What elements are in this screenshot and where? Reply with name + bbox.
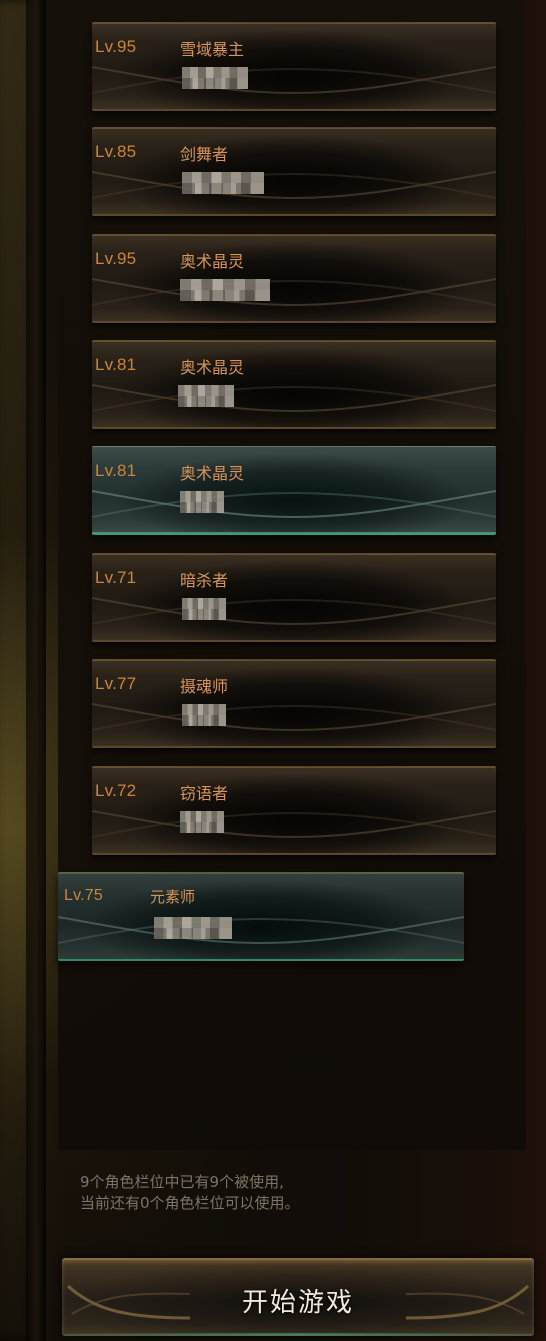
slot-info-line2: 当前还有0个角色栏位可以使用。: [80, 1194, 300, 1212]
character-name-censored: [180, 491, 224, 513]
character-card[interactable]: Lv.72 窃语者: [92, 766, 496, 855]
character-level: Lv.71: [95, 568, 137, 587]
card-swoosh-ornament: [92, 597, 496, 626]
character-class: 摄魂师: [180, 677, 229, 696]
character-class: 奥术晶灵: [180, 464, 245, 483]
slot-info-text: 9个角色栏位中已有9个被使用, 当前还有0个角色栏位可以使用。: [80, 1172, 300, 1214]
card-swoosh-ornament: [92, 490, 496, 519]
start-game-label: 开始游戏: [241, 1288, 354, 1318]
slot-info-line1: 9个角色栏位中已有9个被使用,: [80, 1173, 284, 1191]
character-name-censored: [182, 67, 248, 89]
left-rim-shadow: [26, 0, 46, 1341]
character-name-censored: [154, 917, 232, 939]
character-name-censored: [178, 385, 234, 407]
character-select-panel: Lv.95 雪域暴主 Lv.85 剑舞者 Lv.95 奥术晶灵 Lv.81 奥术…: [0, 0, 546, 1341]
character-class: 窃语者: [180, 784, 229, 803]
card-swoosh-ornament: [92, 66, 496, 95]
card-swoosh-ornament: [92, 384, 496, 413]
character-level: Lv.95: [95, 37, 137, 56]
character-name-censored: [180, 811, 224, 833]
character-name-censored: [182, 598, 226, 620]
button-bottom-glow: [62, 1333, 534, 1336]
character-card-dragging[interactable]: Lv.75 元素师: [58, 872, 464, 961]
character-level: Lv.81: [95, 461, 137, 480]
character-class: 雪域暴主: [180, 40, 245, 59]
card-swoosh-ornament: [92, 703, 496, 732]
character-level: Lv.95: [95, 249, 137, 268]
character-name-censored: [182, 172, 264, 194]
character-level: Lv.85: [95, 142, 137, 161]
character-name-censored: [182, 704, 226, 726]
character-card[interactable]: Lv.85 剑舞者: [92, 127, 496, 216]
character-class: 奥术晶灵: [180, 252, 245, 271]
character-card[interactable]: Lv.81 奥术晶灵: [92, 340, 496, 429]
character-class: 暗杀者: [180, 571, 229, 590]
character-class: 奥术晶灵: [180, 358, 245, 377]
character-card[interactable]: Lv.95 奥术晶灵: [92, 234, 496, 323]
character-level: Lv.72: [95, 781, 137, 800]
character-card-selected[interactable]: Lv.81 奥术晶灵: [92, 446, 496, 535]
character-level: Lv.77: [95, 674, 137, 693]
character-class: 剑舞者: [180, 145, 229, 164]
card-swoosh-ornament: [58, 916, 464, 945]
character-level: Lv.81: [95, 355, 137, 374]
character-class: 元素师: [150, 888, 196, 906]
start-game-button[interactable]: 开始游戏: [62, 1258, 534, 1336]
character-card[interactable]: Lv.71 暗杀者: [92, 553, 496, 642]
character-card[interactable]: Lv.95 雪域暴主: [92, 22, 496, 111]
character-name-censored: [180, 279, 270, 301]
character-card[interactable]: Lv.77 摄魂师: [92, 659, 496, 748]
card-swoosh-ornament: [92, 810, 496, 839]
card-swoosh-ornament: [92, 278, 496, 307]
card-swoosh-ornament: [92, 171, 496, 200]
character-level: Lv.75: [64, 887, 103, 904]
